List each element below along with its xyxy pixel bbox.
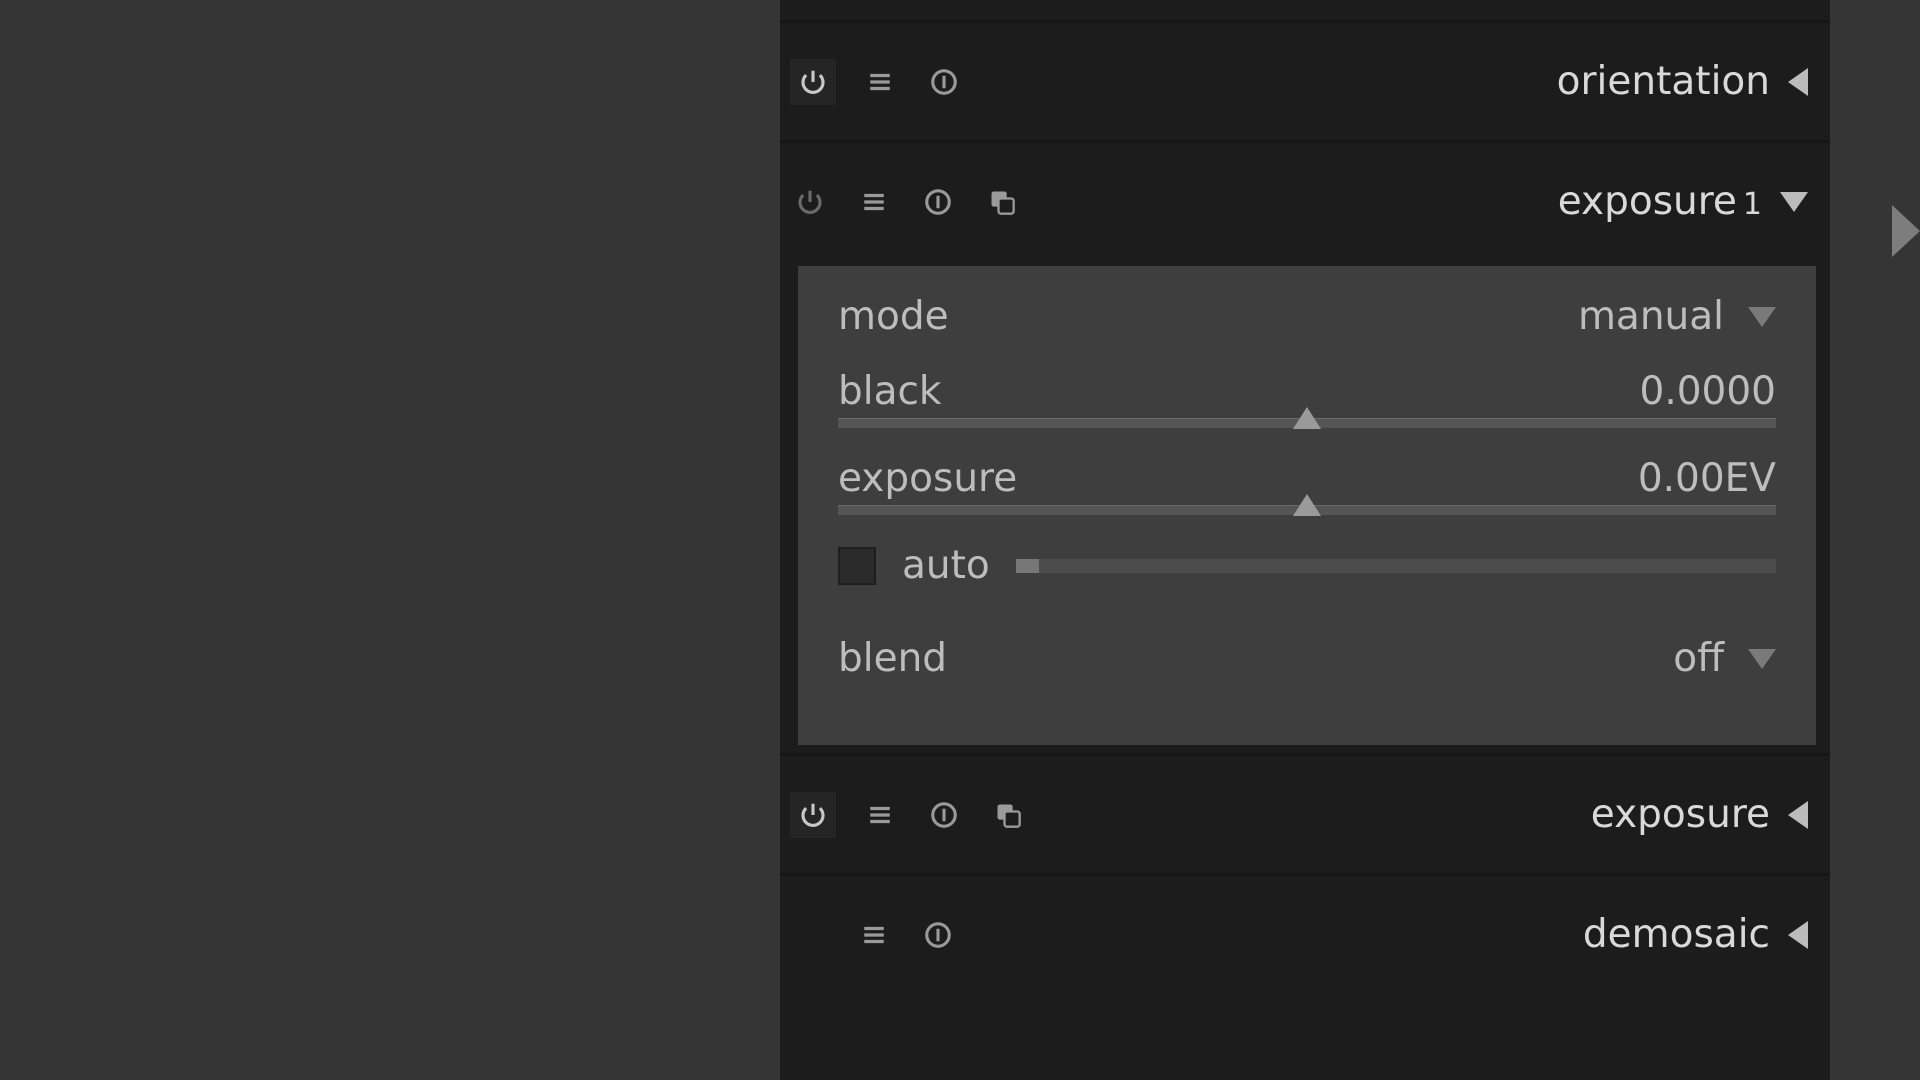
exposure-slider[interactable] — [838, 505, 1776, 515]
black-value: 0.0000 — [1640, 369, 1776, 414]
presets-icon[interactable] — [854, 182, 894, 222]
auto-percentile-slider[interactable] — [1016, 559, 1776, 573]
auto-checkbox[interactable] — [838, 547, 876, 585]
reset-icon[interactable] — [918, 182, 958, 222]
module-panel: orientation — [780, 0, 1830, 1080]
chevron-down-icon — [1748, 307, 1776, 327]
mode-value: manual — [1578, 294, 1724, 339]
mode-dropdown[interactable]: mode manual — [838, 294, 1776, 339]
auto-row: auto — [838, 543, 1776, 588]
blend-label: blend — [838, 636, 947, 681]
mode-label: mode — [838, 294, 949, 339]
exposure-label: exposure — [838, 456, 1017, 501]
reset-icon[interactable] — [918, 915, 958, 955]
module-header-demosaic[interactable]: demosaic — [780, 873, 1830, 993]
power-icon[interactable] — [790, 59, 836, 105]
multi-instance-icon[interactable] — [988, 795, 1028, 835]
blend-value: off — [1673, 636, 1724, 681]
expand-icon[interactable] — [1780, 192, 1808, 212]
panel-collapse-handle[interactable] — [1892, 205, 1920, 257]
blend-dropdown[interactable]: blend off — [838, 636, 1776, 681]
chevron-down-icon — [1748, 649, 1776, 669]
presets-icon[interactable] — [860, 795, 900, 835]
module-header-orientation[interactable]: orientation — [780, 20, 1830, 140]
presets-icon[interactable] — [854, 915, 894, 955]
module-header-exposure-1[interactable]: exposure 1 — [780, 140, 1830, 260]
presets-icon[interactable] — [860, 62, 900, 102]
collapse-icon[interactable] — [1788, 921, 1808, 949]
auto-label: auto — [902, 543, 990, 588]
module-body-exposure-1: mode manual black 0.0000 exposure 0.00EV — [798, 266, 1816, 745]
power-icon[interactable] — [790, 792, 836, 838]
slider-thumb[interactable] — [1293, 407, 1321, 429]
collapse-icon[interactable] — [1788, 801, 1808, 829]
slider-fill — [1016, 559, 1039, 573]
module-instance-number: 1 — [1743, 187, 1762, 222]
module-title: exposure 1 — [1558, 179, 1762, 224]
slider-thumb[interactable] — [1293, 494, 1321, 516]
power-icon[interactable] — [790, 182, 830, 222]
module-title: exposure — [1591, 792, 1770, 837]
exposure-value: 0.00EV — [1638, 456, 1776, 501]
module-title: demosaic — [1583, 912, 1770, 957]
multi-instance-icon[interactable] — [982, 182, 1022, 222]
black-label: black — [838, 369, 942, 414]
black-slider[interactable] — [838, 418, 1776, 428]
collapse-icon[interactable] — [1788, 68, 1808, 96]
image-viewport — [0, 0, 780, 1080]
module-header-prev — [780, 0, 1830, 20]
module-header-exposure[interactable]: exposure — [780, 753, 1830, 873]
reset-icon[interactable] — [924, 795, 964, 835]
module-title: orientation — [1557, 59, 1770, 104]
module-title-text: exposure — [1558, 179, 1737, 224]
reset-icon[interactable] — [924, 62, 964, 102]
